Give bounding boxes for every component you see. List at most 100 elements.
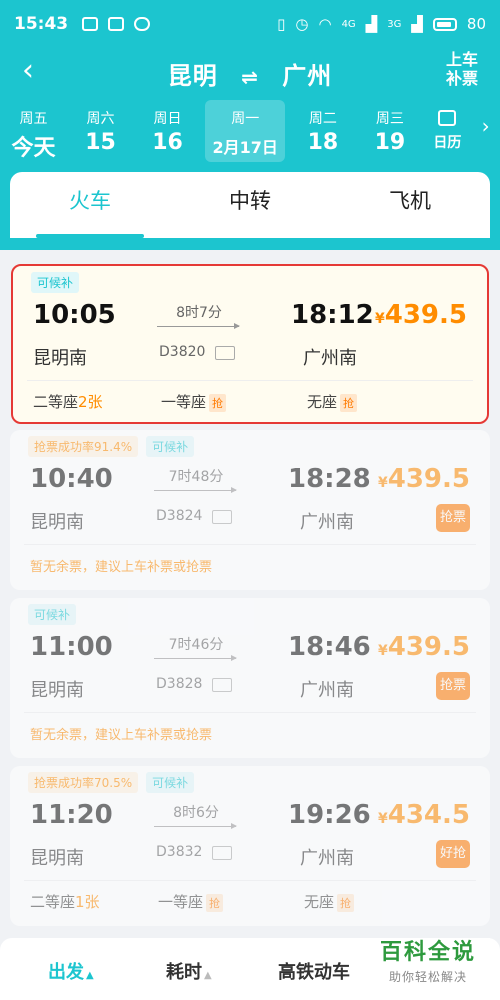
arrival-station: 广州南 [303,348,357,369]
seat-count: 1张 [75,893,100,911]
system-icons: ▯ ◷ ◠ 4G ▟ 3G ▟ 80 [277,15,486,33]
filter-highspeed-button[interactable]: 高铁动车 [278,958,350,984]
success-rate-badge: 抢票成功率70.5% [28,772,139,793]
grab-tag: 抢 [209,394,227,412]
departure-station: 昆明南 [30,680,84,701]
easy-grab-button[interactable]: 好抢 [436,840,470,868]
supplement-ticket-button[interactable]: 上车 补票 [446,50,478,88]
train-card[interactable]: 抢票成功率70.5% 可候补 11:20 8时6分 19:26 ¥434.5 昆… [10,766,490,926]
departure-time: 10:05 [33,300,116,330]
id-card-icon [212,846,232,860]
calendar-button[interactable]: 日历 [423,100,471,162]
weekday-label: 周五 [19,111,48,127]
nav-bar: ‹ 昆明 ⇌ 广州 上车 补票 [0,48,500,98]
seat-name: 无座 [307,393,338,411]
badge-row: 可候补 [28,604,77,625]
sort-depart-label: 出发 [48,962,84,983]
weekday-label: 周六 [86,111,115,127]
date-label: 2月17日 [212,138,278,157]
train-card[interactable]: 抢票成功率91.4% 可候补 10:40 7时48分 18:28 ¥439.5 … [10,430,490,590]
date-item[interactable]: 周五 今天 [0,100,67,162]
price: ¥439.5 [375,300,467,330]
watermark: 百科全说 助你轻松解决 [366,938,490,994]
id-card-icon [212,510,232,524]
tab-train[interactable]: 火车 [10,172,170,238]
date-label: 今天 [11,136,56,161]
calendar-label: 日历 [433,135,462,151]
sort-duration-label: 耗时 [166,962,202,983]
waitlist-badge: 可候补 [31,272,80,293]
grab-tag: 抢 [337,894,355,912]
supplement-line-2: 补票 [445,69,478,88]
weekday-label: 周一 [231,111,260,127]
grab-tag: 抢 [206,894,224,912]
from-city: 昆明 [167,62,218,90]
arrival-time: 18:46 [288,632,371,662]
price-value: 439.5 [387,464,470,494]
no-ticket-notice: 暂无余票，建议上车补票或抢票 [30,728,213,743]
grab-ticket-button[interactable]: 抢票 [436,672,470,700]
tab-transfer[interactable]: 中转 [170,172,330,238]
seat-name: 二等座 [30,893,76,911]
duration: 7时48分 [168,469,224,485]
divider [24,544,476,545]
arrow-icon [154,487,237,493]
signal-icon: ▟ [365,15,378,33]
chevron-right-icon[interactable]: › [471,100,500,162]
date-label: 18 [307,130,339,155]
weekday-label: 周日 [153,111,182,127]
seat-count: 2张 [78,393,103,411]
battery-icon [432,17,457,31]
date-item[interactable]: 周三 19 [356,100,423,162]
seat-no-seat: 无座抢 [307,391,358,412]
date-item[interactable]: 周二 18 [289,100,356,162]
grab-ticket-button[interactable]: 抢票 [436,504,470,532]
seat-row: 二等座1张 一等座抢 无座抢 [30,891,470,913]
duration: 8时6分 [173,805,219,821]
network-4g-label: 4G [341,18,356,30]
train-card[interactable]: 可候补 10:05 8时7分 18:12 ¥439.5 昆明南 D3820 广州… [11,264,489,424]
duration: 8时7分 [176,305,222,321]
status-time: 15:43 [14,14,69,34]
sort-depart-button[interactable]: 出发 ▲ [48,958,94,984]
train-card[interactable]: 可候补 11:00 7时46分 18:46 ¥439.5 昆明南 D3828 广… [10,598,490,758]
date-label: 15 [85,130,116,155]
seat-name: 二等座 [33,393,79,411]
wifi-icon: ◠ [318,15,332,33]
weekday-label: 周三 [375,111,404,127]
bottom-sort-bar: 出发 ▲ 耗时 ▲ 高铁动车 百科全说 助你轻松解决 [0,938,500,1000]
date-item-selected[interactable]: 周一 2月17日 [205,100,286,162]
calendar-icon [438,110,457,126]
seat-row: 二等座2张 一等座抢 无座抢 [33,391,473,413]
swap-icon[interactable]: ⇌ [241,65,259,89]
filter-highspeed-label: 高铁动车 [278,962,350,983]
seat-second-class: 二等座1张 [30,891,100,912]
notification-icons [82,17,151,31]
train-number: D3820 [159,344,206,360]
price-value: 439.5 [387,632,470,662]
price: ¥439.5 [378,464,470,494]
date-item[interactable]: 周六 15 [67,100,134,162]
divider [24,880,476,881]
vibrate-icon: ▯ [277,15,286,33]
tab-flight[interactable]: 飞机 [330,172,490,238]
divider [27,380,473,381]
waitlist-badge: 可候补 [146,772,195,793]
status-bar: 15:43 ▯ ◷ ◠ 4G ▟ 3G ▟ 80 [0,0,500,48]
arrival-time: 19:26 [288,800,371,830]
weekday-label: 周二 [308,111,337,127]
arrival-time: 18:28 [288,464,371,494]
price-value: 439.5 [384,300,467,330]
to-city: 广州 [282,62,333,90]
chat-icon [134,17,151,31]
badge-row: 抢票成功率70.5% 可候补 [28,772,195,793]
badge-row: 可候补 [31,272,80,293]
date-item[interactable]: 周日 16 [134,100,201,162]
arrival-station: 广州南 [300,848,354,869]
battery-level: 80 [466,15,486,33]
signal-icon: ▟ [411,15,423,33]
sort-duration-button[interactable]: 耗时 ▲ [166,958,212,984]
duration: 7时46分 [168,637,224,653]
waitlist-badge: 可候补 [28,604,77,625]
price: ¥439.5 [378,632,470,662]
